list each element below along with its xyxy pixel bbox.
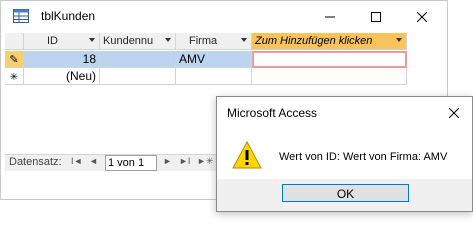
pencil-icon: ✎ (9, 54, 19, 66)
cell-firma[interactable] (176, 68, 252, 85)
column-header-label: Firma (189, 35, 218, 47)
cell-kundennummer[interactable] (100, 51, 176, 68)
column-header-label: Kundennu (103, 35, 154, 47)
last-record-button[interactable]: ►I (179, 156, 190, 166)
cell-kundennummer[interactable] (100, 68, 176, 85)
cell-firma[interactable]: AMV (176, 51, 252, 68)
next-record-button[interactable]: ► (163, 156, 172, 166)
record-selector[interactable]: ✎ (5, 51, 24, 68)
dialog-message: Wert von ID: Wert von Firma: AMV (279, 151, 448, 163)
column-header-firma[interactable]: Firma (176, 33, 252, 50)
ok-button[interactable]: OK (282, 184, 409, 202)
message-dialog: Microsoft Access Wert von ID: Wert von F… (216, 96, 473, 212)
column-header-label: Zum Hinzufügen klicken (255, 35, 373, 47)
record-nav-label: Datensatz: (9, 156, 62, 168)
column-header-label: ID (47, 35, 58, 47)
record-selector[interactable]: ✳ (5, 68, 24, 85)
dialog-close-button[interactable] (442, 101, 466, 125)
table-icon (13, 9, 29, 23)
minimize-button[interactable] (307, 1, 353, 32)
window-title: tblKunden (41, 9, 96, 23)
minimize-icon (325, 16, 335, 17)
cell-add-field[interactable] (252, 68, 407, 85)
dialog-body: Wert von ID: Wert von Firma: AMV (217, 129, 472, 179)
column-header-add-field[interactable]: Zum Hinzufügen klicken (252, 33, 407, 50)
first-record-button[interactable]: I◄ (71, 156, 82, 166)
maximize-icon (371, 11, 381, 22)
cell-id[interactable]: 18 (24, 51, 100, 68)
dialog-title: Microsoft Access (227, 106, 318, 120)
maximize-button[interactable] (353, 1, 399, 32)
chevron-down-icon[interactable] (241, 38, 247, 42)
cell-id[interactable]: (Neu) (24, 68, 100, 85)
dialog-footer: OK (217, 179, 472, 211)
select-all-corner[interactable] (5, 33, 24, 50)
close-button[interactable] (399, 1, 445, 32)
record-navigation: Datensatz: I◄ ◄ 1 von 1 ► ►I ►✳ (5, 154, 223, 171)
column-header-id[interactable]: ID (24, 33, 100, 50)
cell-add-field[interactable] (252, 51, 407, 68)
close-icon (417, 11, 427, 22)
window-titlebar[interactable]: tblKunden (1, 1, 447, 32)
chevron-down-icon[interactable] (165, 38, 171, 42)
chevron-down-icon[interactable] (396, 38, 402, 42)
column-header-kundennummer[interactable]: Kundennu (100, 33, 176, 50)
chevron-down-icon[interactable] (89, 38, 95, 42)
previous-record-button[interactable]: ◄ (89, 156, 98, 166)
warning-icon (232, 141, 262, 169)
new-record-button[interactable]: ►✳ (197, 156, 213, 167)
asterisk-icon: ✳ (9, 72, 19, 83)
current-record-field[interactable]: 1 von 1 (105, 155, 157, 171)
close-icon (449, 108, 459, 118)
